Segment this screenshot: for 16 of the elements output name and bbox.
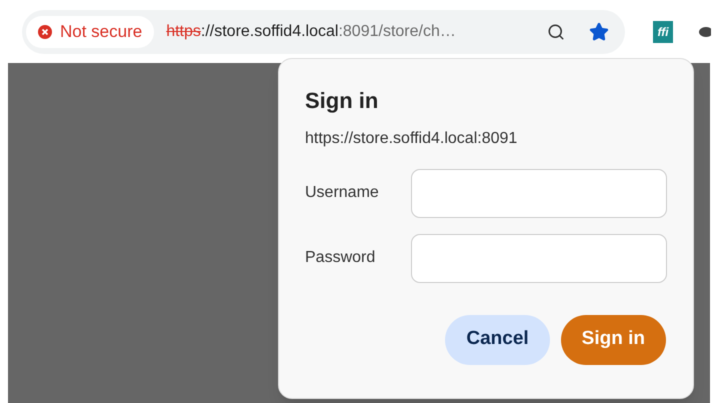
extension-icon[interactable]: ffi — [653, 20, 673, 42]
zoom-icon[interactable] — [547, 22, 565, 40]
address-bar[interactable]: Not secure https://store.soffid4.local:8091/store/ch… — [22, 10, 625, 54]
origin-url: https://store.soffid4.local:8091 — [305, 128, 518, 148]
input-field[interactable] — [410, 168, 667, 218]
bookmark-star-icon[interactable] — [589, 22, 609, 42]
error-icon — [38, 24, 52, 38]
dialog-title: Sign in — [305, 87, 380, 114]
input-field[interactable] — [410, 234, 667, 282]
sign-in-button[interactable]: Sign in — [560, 314, 666, 364]
security-chip[interactable]: Not secure — [26, 16, 154, 48]
field-label: Password — [305, 248, 376, 268]
cancel-button[interactable]: Cancel — [445, 314, 550, 364]
field-label: Username — [305, 183, 380, 203]
extension-icon[interactable] — [697, 24, 711, 38]
url-text: https://store.soffid4.local:8091/store/ch… — [166, 22, 456, 42]
